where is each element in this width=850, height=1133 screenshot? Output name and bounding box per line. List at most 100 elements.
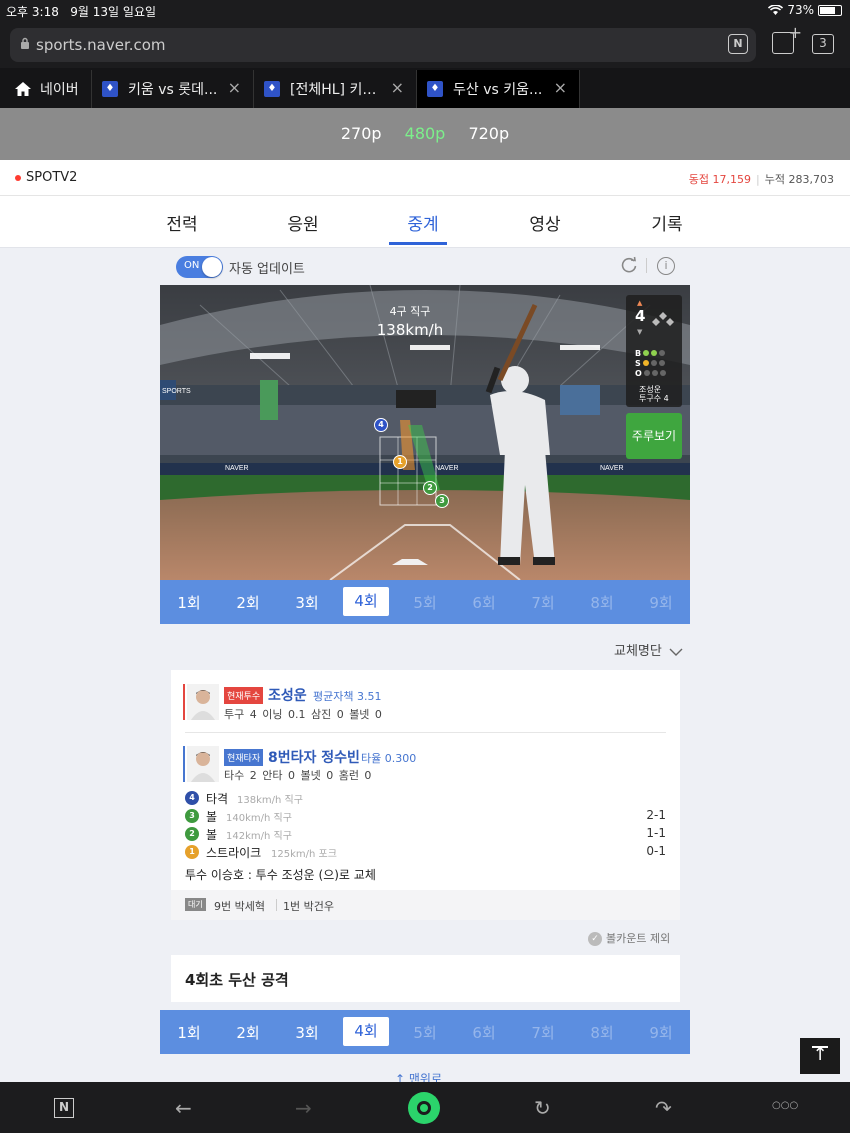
inning-1-button[interactable]: 1회 <box>164 592 214 613</box>
inning-bottom-arrow-icon: ▼ <box>637 328 643 336</box>
stadium-sign: NAVER <box>225 465 249 472</box>
browser-tab-bar: 네이버 ♦ 키움 vs 롯데... × ♦ [전체HL] 키… × ♦ 두산 v… <box>0 68 850 108</box>
tab-cheer[interactable]: 응원 <box>263 210 343 235</box>
batter-marker <box>183 746 185 782</box>
exclude-ball-count-toggle[interactable]: ✓ 볼카운트 제외 <box>588 930 670 946</box>
inning-2-button[interactable]: 2회 <box>223 592 273 613</box>
inning-1-button[interactable]: 1회 <box>164 1022 214 1043</box>
refresh-icon[interactable] <box>620 256 638 274</box>
tab-count-button[interactable]: 3 <box>812 34 834 54</box>
inning-7-button: 7회 <box>531 1024 555 1042</box>
share-icon[interactable]: ↷ <box>655 1096 672 1120</box>
quality-480p[interactable]: 480p <box>405 124 446 143</box>
channel-name: SPOTV2 <box>26 170 78 185</box>
pitch-speed: 138km/h <box>376 321 444 339</box>
more-icon[interactable]: ○○○ <box>772 1100 798 1111</box>
inning-4-button[interactable]: 4회 <box>343 1017 389 1046</box>
inning-3-button[interactable]: 3회 <box>282 592 332 613</box>
strike-count-row: S <box>635 359 665 368</box>
stadium-sign: SPORTS <box>162 388 191 395</box>
reload-icon[interactable]: ↻ <box>534 1096 551 1120</box>
substitution-list-button[interactable]: 교체명단 <box>614 640 683 659</box>
naver-n-icon[interactable]: N <box>728 34 748 54</box>
inning-9-button: 9회 <box>649 1024 673 1042</box>
channel-row: SPOTV2 동접 17,159 | 누적 283,703 <box>0 160 850 196</box>
bases-icon <box>652 312 674 326</box>
forward-arrow-icon: → <box>295 1096 312 1120</box>
pitch-label: 4구 직구 <box>389 305 431 318</box>
tab-record[interactable]: 기록 <box>627 210 707 235</box>
status-right: 73% <box>768 3 842 17</box>
chevron-down-icon <box>669 648 683 656</box>
close-icon[interactable]: × <box>228 78 241 97</box>
inning-6-button: 6회 <box>472 1024 496 1042</box>
main-nav: 전력 응원 중계 영상 기록 <box>0 196 850 248</box>
browser-tab-1[interactable]: ♦ 키움 vs 롯데... × <box>92 70 254 108</box>
pitch-mark-3: 3 <box>435 494 449 508</box>
divider <box>646 258 647 273</box>
inning-top-arrow-icon: ▲ <box>637 299 643 307</box>
lock-icon <box>21 37 29 49</box>
divider <box>185 732 666 733</box>
pitch-event-row: 2 볼 142km/h 직구 1-1 <box>185 826 666 842</box>
status-time: 오후 3:18 9월 13일 일요일 <box>6 5 157 19</box>
scroll-to-top-button[interactable]: ↑ <box>800 1038 840 1074</box>
green-dot-menu-icon[interactable] <box>408 1092 440 1124</box>
browser-tab-3-active[interactable]: ♦ 두산 vs 키움... × <box>417 70 580 108</box>
tab-video[interactable]: 영상 <box>505 210 585 235</box>
waiting-badge: 대기 <box>185 898 206 911</box>
quality-720p[interactable]: 720p <box>468 124 509 143</box>
quality-270p[interactable]: 270p <box>341 124 382 143</box>
inning-4-button[interactable]: 4회 <box>343 587 389 616</box>
pitcher-name[interactable]: 조성운 <box>268 685 307 705</box>
browser-tab-naver[interactable]: 네이버 <box>0 70 92 108</box>
pitcher-line: 투구 4 이닝 0.1 삼진 0 볼넷 0 <box>224 708 382 721</box>
browser-bottom-toolbar: N ← → ↻ ↷ ○○○ <box>0 1082 850 1133</box>
address-bar[interactable]: sports.naver.com N <box>10 28 756 62</box>
browser-tab-2[interactable]: ♦ [전체HL] 키… × <box>254 70 417 108</box>
auto-update-toggle[interactable]: ON <box>176 256 223 278</box>
tab-lineup[interactable]: 전력 <box>142 210 222 235</box>
viewer-stats: 동접 17,159 | 누적 283,703 <box>688 173 834 186</box>
video-quality-bar: 270p 480p 720p <box>0 108 850 160</box>
home-icon <box>15 82 31 96</box>
tab-relay[interactable]: 중계 <box>383 210 463 235</box>
batter-name[interactable]: 8번타자 정수빈 <box>268 747 360 767</box>
pitcher-era: 평균자책 3.51 <box>313 690 382 703</box>
back-arrow-icon[interactable]: ← <box>175 1096 192 1120</box>
pitcher-avatar <box>187 684 219 720</box>
pitcher-marker <box>183 684 185 720</box>
inning-9-button: 9회 <box>649 594 673 612</box>
new-tab-button[interactable] <box>772 23 802 54</box>
inning-bar-bottom: 1회 2회 3회 4회 5회 6회 7회 8회 9회 <box>160 1010 690 1054</box>
info-icon[interactable]: i <box>657 257 675 275</box>
close-icon[interactable]: × <box>391 78 404 97</box>
inning-3-button[interactable]: 3회 <box>282 1022 332 1043</box>
play-by-play-card: 현재투수 조성운 평균자책 3.51 투구 4 이닝 0.1 삼진 0 볼넷 0… <box>171 670 680 920</box>
inning-6-button: 6회 <box>472 594 496 612</box>
pitch-event-row: 3 볼 140km/h 직구 2-1 <box>185 808 666 824</box>
inning-5-button: 5회 <box>413 594 437 612</box>
waiting-batter-1: 9번 박세혁 <box>214 900 265 913</box>
status-bar: 오후 3:18 9월 13일 일요일 73% <box>0 0 850 24</box>
naver-home-icon[interactable]: N <box>54 1098 74 1118</box>
inning-5-button: 5회 <box>413 1024 437 1042</box>
live-dot-icon <box>15 175 21 181</box>
runner-view-button[interactable]: 주루보기 <box>626 413 682 459</box>
batter-avatar <box>187 746 219 782</box>
pitch-mark-4: 4 <box>374 418 388 432</box>
pitcher-badge: 현재투수 <box>224 687 264 704</box>
substitution-note: 투수 이승호 : 투수 조성운 (으)로 교체 <box>185 868 376 882</box>
inning-2-button[interactable]: 2회 <box>223 1022 273 1043</box>
pitcher-info: 조성운 투구수 4 <box>639 385 669 403</box>
baseball-trophy-icon: ♦ <box>264 81 280 97</box>
current-inning: 4 <box>635 307 646 325</box>
close-icon[interactable]: × <box>554 78 567 97</box>
auto-update-label: 자동 업데이트 <box>229 262 305 277</box>
inning-header-title: 4회초 두산 공격 <box>185 971 289 989</box>
out-count-row: O <box>635 369 666 378</box>
stadium-view: SPORTS NAVER NAVER NAVER 4구 직구 138km/h 4… <box>160 285 690 580</box>
battery-icon <box>818 4 842 16</box>
selected-tab-underline <box>389 242 447 245</box>
pitch-mark-2: 2 <box>423 481 437 495</box>
